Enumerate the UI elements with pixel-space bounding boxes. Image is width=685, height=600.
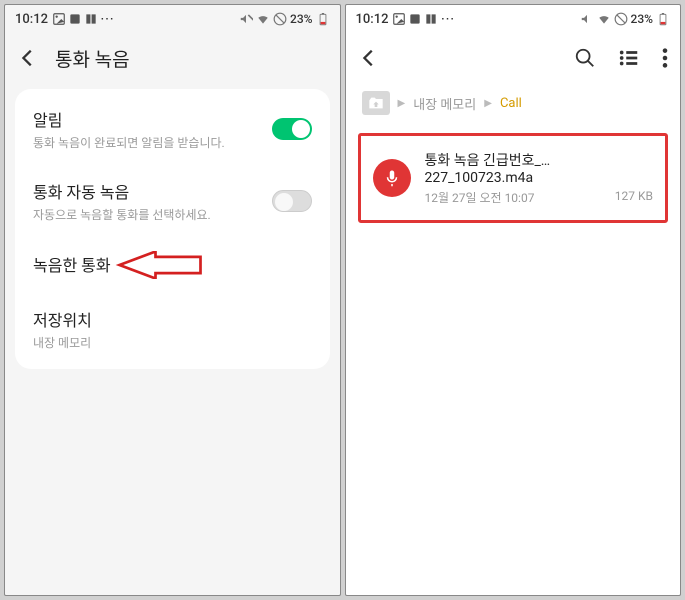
chevron-right-icon: ▶ <box>484 98 492 109</box>
chevron-right-icon: ▶ <box>398 98 406 109</box>
setting-notify-sub: 통화 녹음이 완료되면 알림을 받습니다. <box>33 134 272 151</box>
breadcrumb-current[interactable]: Call <box>500 96 522 111</box>
breadcrumb-home-icon[interactable] <box>362 91 390 115</box>
setting-auto-title: 통화 자동 녹음 <box>33 179 272 203</box>
setting-location-title: 저장위치 <box>33 307 312 331</box>
more-icon: ⋯ <box>440 11 453 27</box>
search-icon[interactable] <box>574 47 596 69</box>
battery-percent: 23% <box>290 12 312 26</box>
wifi-icon <box>597 12 611 26</box>
highlight-arrow-icon <box>115 251 205 279</box>
image-icon <box>52 12 66 26</box>
setting-auto-sub: 자동으로 녹음할 통화를 선택하세요. <box>33 206 272 223</box>
weather-icon <box>68 12 82 26</box>
status-bar: 10:12 ⋯ 23% <box>5 5 340 33</box>
setting-location[interactable]: 저장위치 내장 메모리 <box>15 293 330 365</box>
phone-right: 10:12 ⋯ 23% ▶ 내장 메모리 ▶ <box>345 4 682 596</box>
header-left: 통화 녹음 <box>5 33 340 83</box>
setting-location-sub: 내장 메모리 <box>33 334 312 351</box>
status-time: 10:12 <box>15 12 48 27</box>
no-sim-icon <box>273 12 287 26</box>
status-left-icons: ⋯ <box>52 11 113 27</box>
status-time: 10:12 <box>356 12 389 27</box>
settings-card: 알림 통화 녹음이 완료되면 알림을 받습니다. 통화 자동 녹음 자동으로 녹… <box>15 89 330 369</box>
battery-icon <box>316 12 330 26</box>
mic-icon <box>373 159 411 197</box>
setting-auto[interactable]: 통화 자동 녹음 자동으로 녹음할 통화를 선택하세요. <box>15 165 330 237</box>
file-date: 12월 27일 오전 10:07 <box>425 189 535 206</box>
flip-icon <box>424 12 438 26</box>
toggle-auto[interactable] <box>272 190 312 212</box>
status-left-icons: ⋯ <box>392 11 453 27</box>
wifi-icon <box>256 12 270 26</box>
breadcrumb: ▶ 내장 메모리 ▶ Call <box>346 83 681 123</box>
status-right-icons: 23% <box>239 12 329 26</box>
more-icon: ⋯ <box>100 11 113 27</box>
flip-icon <box>84 12 98 26</box>
toggle-notify[interactable] <box>272 118 312 140</box>
setting-notify-title: 알림 <box>33 107 272 131</box>
file-size: 127 KB <box>615 189 653 206</box>
file-item[interactable]: 통화 녹음 긴급번호_…227_100723.m4a 12월 27일 오전 10… <box>358 133 669 223</box>
list-view-icon[interactable] <box>618 47 640 69</box>
battery-icon <box>656 12 670 26</box>
breadcrumb-root[interactable]: 내장 메모리 <box>413 94 476 113</box>
mute-icon <box>239 12 253 26</box>
header-right <box>346 33 681 83</box>
more-menu-icon[interactable] <box>662 47 668 69</box>
setting-notify[interactable]: 알림 통화 녹음이 완료되면 알림을 받습니다. <box>15 93 330 165</box>
file-name: 통화 녹음 긴급번호_…227_100723.m4a <box>425 150 654 186</box>
phone-left: 10:12 ⋯ 23% 통화 녹음 알림 통화 녹음이 완료되면 알림을 받습니… <box>4 4 341 596</box>
weather-icon <box>408 12 422 26</box>
back-icon[interactable] <box>17 47 39 69</box>
page-title: 통화 녹음 <box>55 45 130 72</box>
status-bar: 10:12 ⋯ 23% <box>346 5 681 33</box>
battery-percent: 23% <box>631 12 653 26</box>
setting-recorded[interactable]: 녹음한 통화 <box>15 237 330 293</box>
status-right-icons: 23% <box>580 12 670 26</box>
back-icon[interactable] <box>358 47 380 69</box>
mute-icon <box>580 12 594 26</box>
setting-recorded-title: 녹음한 통화 <box>33 252 111 276</box>
image-icon <box>392 12 406 26</box>
no-sim-icon <box>614 12 628 26</box>
